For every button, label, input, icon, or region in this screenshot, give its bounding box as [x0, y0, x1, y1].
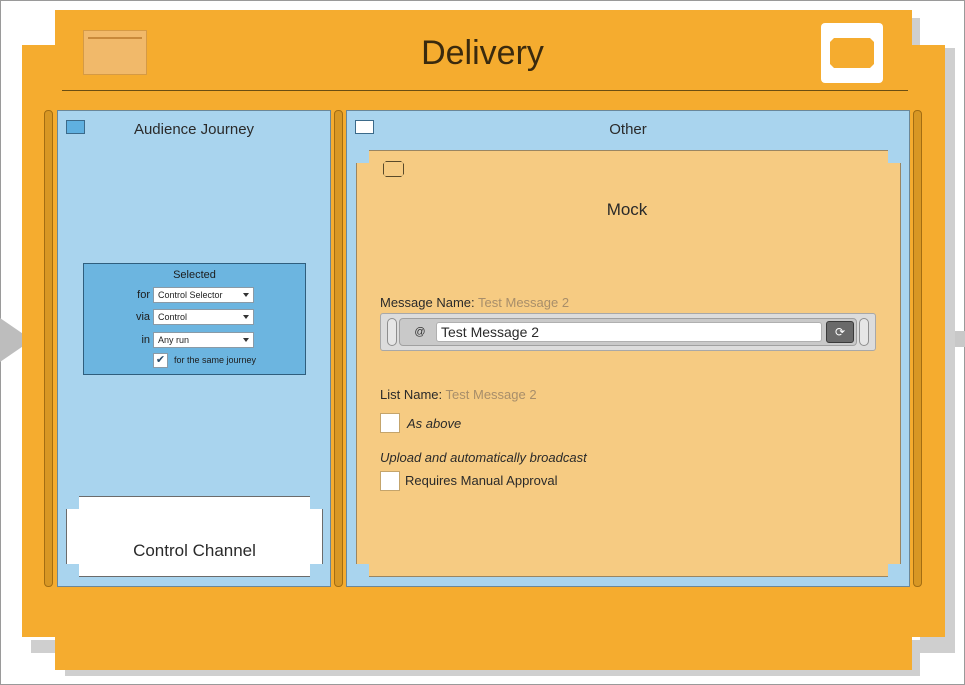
selector-row-via: via Control [84, 309, 305, 326]
run-dropdown[interactable]: Any run [153, 332, 254, 348]
run-value: Any run [158, 335, 190, 345]
via-value: Control [158, 312, 188, 322]
list-name-label: List Name: [380, 387, 443, 402]
chevron-down-icon [243, 338, 249, 342]
as-above-label: As above [407, 416, 462, 431]
selected-criteria-box: Selected for Control Selector via Contro… [83, 263, 306, 375]
manual-approval-label: Requires Manual Approval [405, 473, 558, 488]
message-name-field: Message Name: Test Message 2 [380, 295, 569, 310]
refresh-button[interactable]: ⟳ [826, 321, 854, 343]
upload-broadcast-text: Upload and automatically broadcast [380, 450, 587, 465]
window-icon[interactable] [821, 23, 883, 83]
message-name-input[interactable]: Test Message 2 [436, 322, 822, 342]
control-channel-label: Control Channel [133, 541, 256, 560]
list-name-value: Test Message 2 [445, 387, 537, 402]
same-journey-label: for the same journey [174, 355, 257, 365]
left-rail[interactable] [44, 110, 53, 587]
selector-dropdown[interactable]: Control Selector [153, 287, 254, 303]
message-bar-left-handle[interactable] [387, 318, 397, 346]
panel-title: Audience Journey [133, 121, 255, 138]
middle-rail[interactable] [334, 110, 343, 587]
selector-label: for [137, 289, 150, 301]
as-above-checkbox[interactable] [380, 413, 400, 433]
in-label: in [141, 334, 150, 346]
node-title: Delivery [421, 34, 544, 72]
at-icon: @ [414, 326, 426, 338]
folder-icon[interactable] [83, 30, 147, 75]
via-label: via [135, 311, 150, 323]
chevron-down-icon [243, 315, 249, 319]
mock-node-icon[interactable] [383, 161, 404, 177]
refresh-icon: ⟳ [834, 325, 846, 339]
manual-approval-checkbox[interactable] [380, 471, 400, 491]
selector-value: Control Selector [158, 290, 223, 300]
chevron-down-icon [243, 293, 249, 297]
via-dropdown[interactable]: Control [153, 309, 254, 325]
message-name-value: Test Message 2 [478, 295, 570, 310]
panel-title: Other [609, 121, 647, 138]
right-rail[interactable] [913, 110, 922, 587]
same-journey-checkbox[interactable]: ✔ [153, 353, 168, 368]
selector-row-for: for Control Selector [84, 287, 305, 304]
list-name-field: List Name: Test Message 2 [380, 387, 537, 402]
mock-title: Mock [606, 200, 648, 219]
selector-row-in: in Any run [84, 332, 305, 349]
control-channel-node[interactable] [67, 497, 322, 576]
title-divider [62, 90, 908, 91]
message-bar-right-handle[interactable] [859, 318, 869, 346]
message-name-label: Message Name: [380, 295, 475, 310]
selected-title: Selected [173, 269, 216, 281]
